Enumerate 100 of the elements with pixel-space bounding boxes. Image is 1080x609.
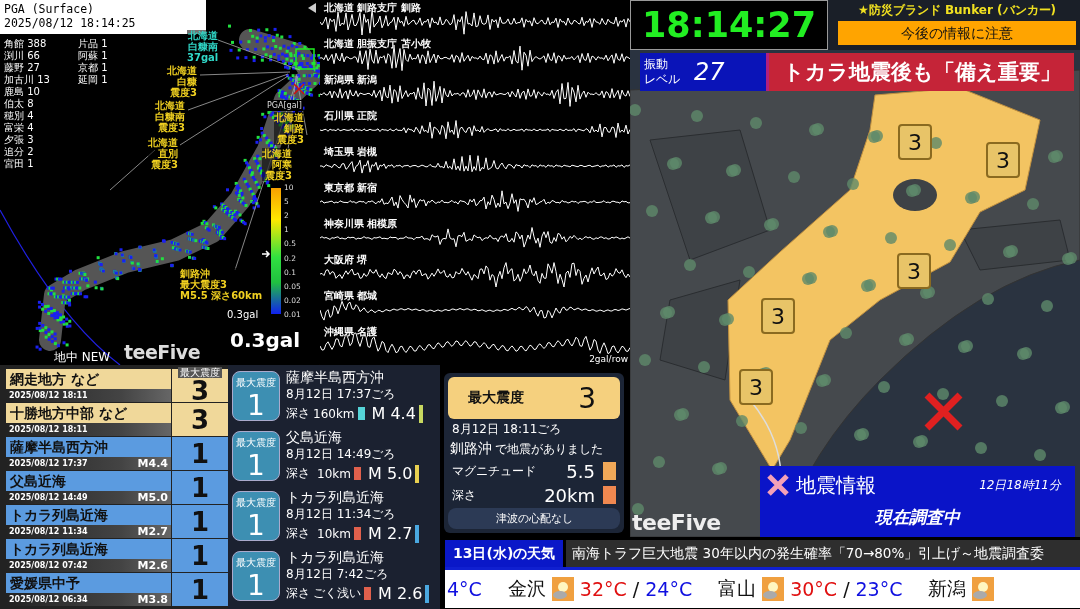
station-count: 藤野 27 <box>4 62 41 74</box>
weather-title: 13日(水)の天気 <box>445 540 564 567</box>
low-temp: 23°C <box>855 578 903 600</box>
quake-row[interactable]: 父島近海 2025/08/12 14:49 M5.0 1 <box>6 471 228 504</box>
region-name: 愛媛県中予 <box>10 575 81 592</box>
intensity-marker: 3 <box>761 298 795 334</box>
quake-datetime: 2025/08/12 18:11 <box>9 391 88 400</box>
info-time: 12日18時11分 <box>979 476 1061 494</box>
station-label: 北海道 直別 震度3 <box>148 137 178 170</box>
station-label: 北海道 白糠南 37gal <box>187 30 219 63</box>
region-name: 父島近海 <box>10 473 67 490</box>
magnitude: M4.4 <box>137 457 168 470</box>
quake-row[interactable]: トカラ列島近海 2025/08/12 07:42 M2.6 1 <box>6 539 228 572</box>
quake-place: 釧路沖 <box>450 440 492 458</box>
map-timestamp: 2025/08/12 18:14:25 <box>4 16 137 30</box>
epicenter-x-icon <box>923 391 964 432</box>
quake-row[interactable]: 愛媛県中予 2025/08/12 06:34 M3.8 1 <box>6 573 228 606</box>
region-name: 薩摩半島西方沖 <box>10 439 109 456</box>
region-name: 十勝地方中部 など <box>10 405 128 422</box>
magnitude: M3.8 <box>137 593 168 606</box>
intensity-value: 1 <box>190 440 210 467</box>
quake-row[interactable]: 十勝地方中部 など 2025/08/12 18:11 3 <box>6 403 228 436</box>
station-count: 加古川 13 <box>4 74 51 86</box>
station-count: 穂別 4 <box>4 110 35 122</box>
quake-datetime: 2025/08/12 17:37 <box>9 459 88 468</box>
intensity-value: 1 <box>190 508 210 535</box>
logo: teeFive <box>124 341 201 363</box>
quake-place: トカラ列島近海 <box>286 549 385 565</box>
intensity-header: 最大震度 <box>178 367 222 378</box>
high-temp: 32°C <box>579 578 627 600</box>
depth-value: ごく浅い <box>313 585 361 602</box>
depth-label: 深さ <box>286 585 310 602</box>
info-title: 地震情報 <box>796 471 876 499</box>
quake-datetime: 2025/08/12 06:34 <box>9 595 88 604</box>
station-name: 新潟県 新潟 <box>324 73 378 87</box>
quake-row[interactable]: トカラ列島近海 2025/08/12 11:34 M2.7 1 <box>6 505 228 538</box>
station-name: 北海道 釧路支庁 釧路 <box>324 1 421 15</box>
magnitude-value: M 2.7 <box>368 524 413 543</box>
station-count: 夕張 3 <box>4 134 35 146</box>
badge-label: 最大震度 <box>236 436 276 450</box>
station-label: 北海道 白糠南 震度3 <box>155 100 185 133</box>
intensity-value: 3 <box>190 378 210 404</box>
depth-value: 10km <box>316 466 351 481</box>
triangle-icon <box>308 3 316 13</box>
station-name: 北海道 胆振支庁 苫小牧 <box>324 37 431 51</box>
cross-icon <box>766 473 790 497</box>
sunny-cloudy-icon <box>972 577 995 601</box>
news-ticker: 南海トラフ巨大地震 30年以内の発生確率「70→80%」引上げ～地震調査委 <box>563 540 1080 567</box>
magnitude: M5.0 <box>137 491 168 504</box>
magnitude: M2.7 <box>137 525 168 538</box>
quake-time: 8月12日 14:49ごろ <box>286 446 397 463</box>
quake-row[interactable]: 薩摩半島西方沖 2025/08/12 17:37 M4.4 1 <box>6 437 228 470</box>
badge-value: 1 <box>247 570 265 602</box>
station-label: 北海道 釧路 震度3 <box>274 112 304 145</box>
station-count: 片品 1 <box>78 38 109 50</box>
station-name: 宮崎県 都城 <box>324 289 378 303</box>
station-count: 渕川 66 <box>4 50 41 62</box>
scale-title: PGA[gal] <box>266 100 303 111</box>
depth-label: 深さ <box>286 405 310 422</box>
station-name: 神奈川県 相模原 <box>324 217 398 231</box>
quake-time: 8月12日 7:42ごろ <box>286 566 389 583</box>
station-count: 阿蘇 1 <box>78 50 109 62</box>
quake-time: 8月12日 18:11ごろ <box>451 421 563 438</box>
intensity-value: 3 <box>578 381 596 415</box>
badge-value: 1 <box>247 450 265 482</box>
news-headline: トカラ地震後も「備え重要」 <box>769 53 1074 91</box>
station-name: 東京都 新宿 <box>324 181 378 195</box>
intensity-marker: 3 <box>739 369 773 405</box>
sunny-cloudy-icon <box>762 577 785 601</box>
detail-value: 20km <box>544 484 595 506</box>
quake-time: 8月12日 11:34ごろ <box>286 506 397 523</box>
low-temp: 24°C <box>645 578 693 600</box>
depth-label: 深さ <box>286 465 310 482</box>
quake-place: 父島近海 <box>286 429 343 445</box>
low-temp: 4°C <box>447 578 482 600</box>
station-count: 鹿島 10 <box>4 86 41 98</box>
scale-label: 2gal/row <box>589 354 628 364</box>
magnitude-value: M 5.0 <box>368 464 413 483</box>
station-label: 釧路沖 最大震度3 M5.5 深さ60km <box>180 268 263 301</box>
quake-datetime: 2025/08/12 18:11 <box>9 425 88 434</box>
station-name: 石川県 正院 <box>324 109 378 123</box>
station-count: 伯太 8 <box>4 98 35 110</box>
alert-banner: 今後の情報に注意 <box>838 21 1076 45</box>
station-name: 沖縄県 名護 <box>324 325 378 339</box>
city-name: 金沢 <box>507 576 546 601</box>
intensity-marker: 3 <box>898 124 932 160</box>
station-label: 北海道 白糠 震度3 <box>167 65 197 98</box>
region-name: トカラ列島近海 <box>10 507 109 524</box>
city-name: 富山 <box>718 576 757 601</box>
logo: teeFive <box>632 510 721 535</box>
gal-reading: 0.3gal <box>227 309 259 320</box>
sponsor-text: ★防災ブランド Bunker (バンカー) <box>857 2 1057 19</box>
station-label: 北海道 阿寒 震度3 <box>262 148 292 181</box>
map-title: PGA (Surface) <box>4 2 95 16</box>
quake-row[interactable]: 網走地方 など 2025/08/12 18:11 最大震度 3 <box>6 369 228 402</box>
quake-datetime: 2025/08/12 11:34 <box>9 527 88 536</box>
quake-time: 8月12日 17:37ごろ <box>286 386 397 403</box>
station-count: 延岡 1 <box>78 74 109 86</box>
clock: 18:14:27 <box>630 0 828 50</box>
temp-separator: / <box>632 578 640 600</box>
